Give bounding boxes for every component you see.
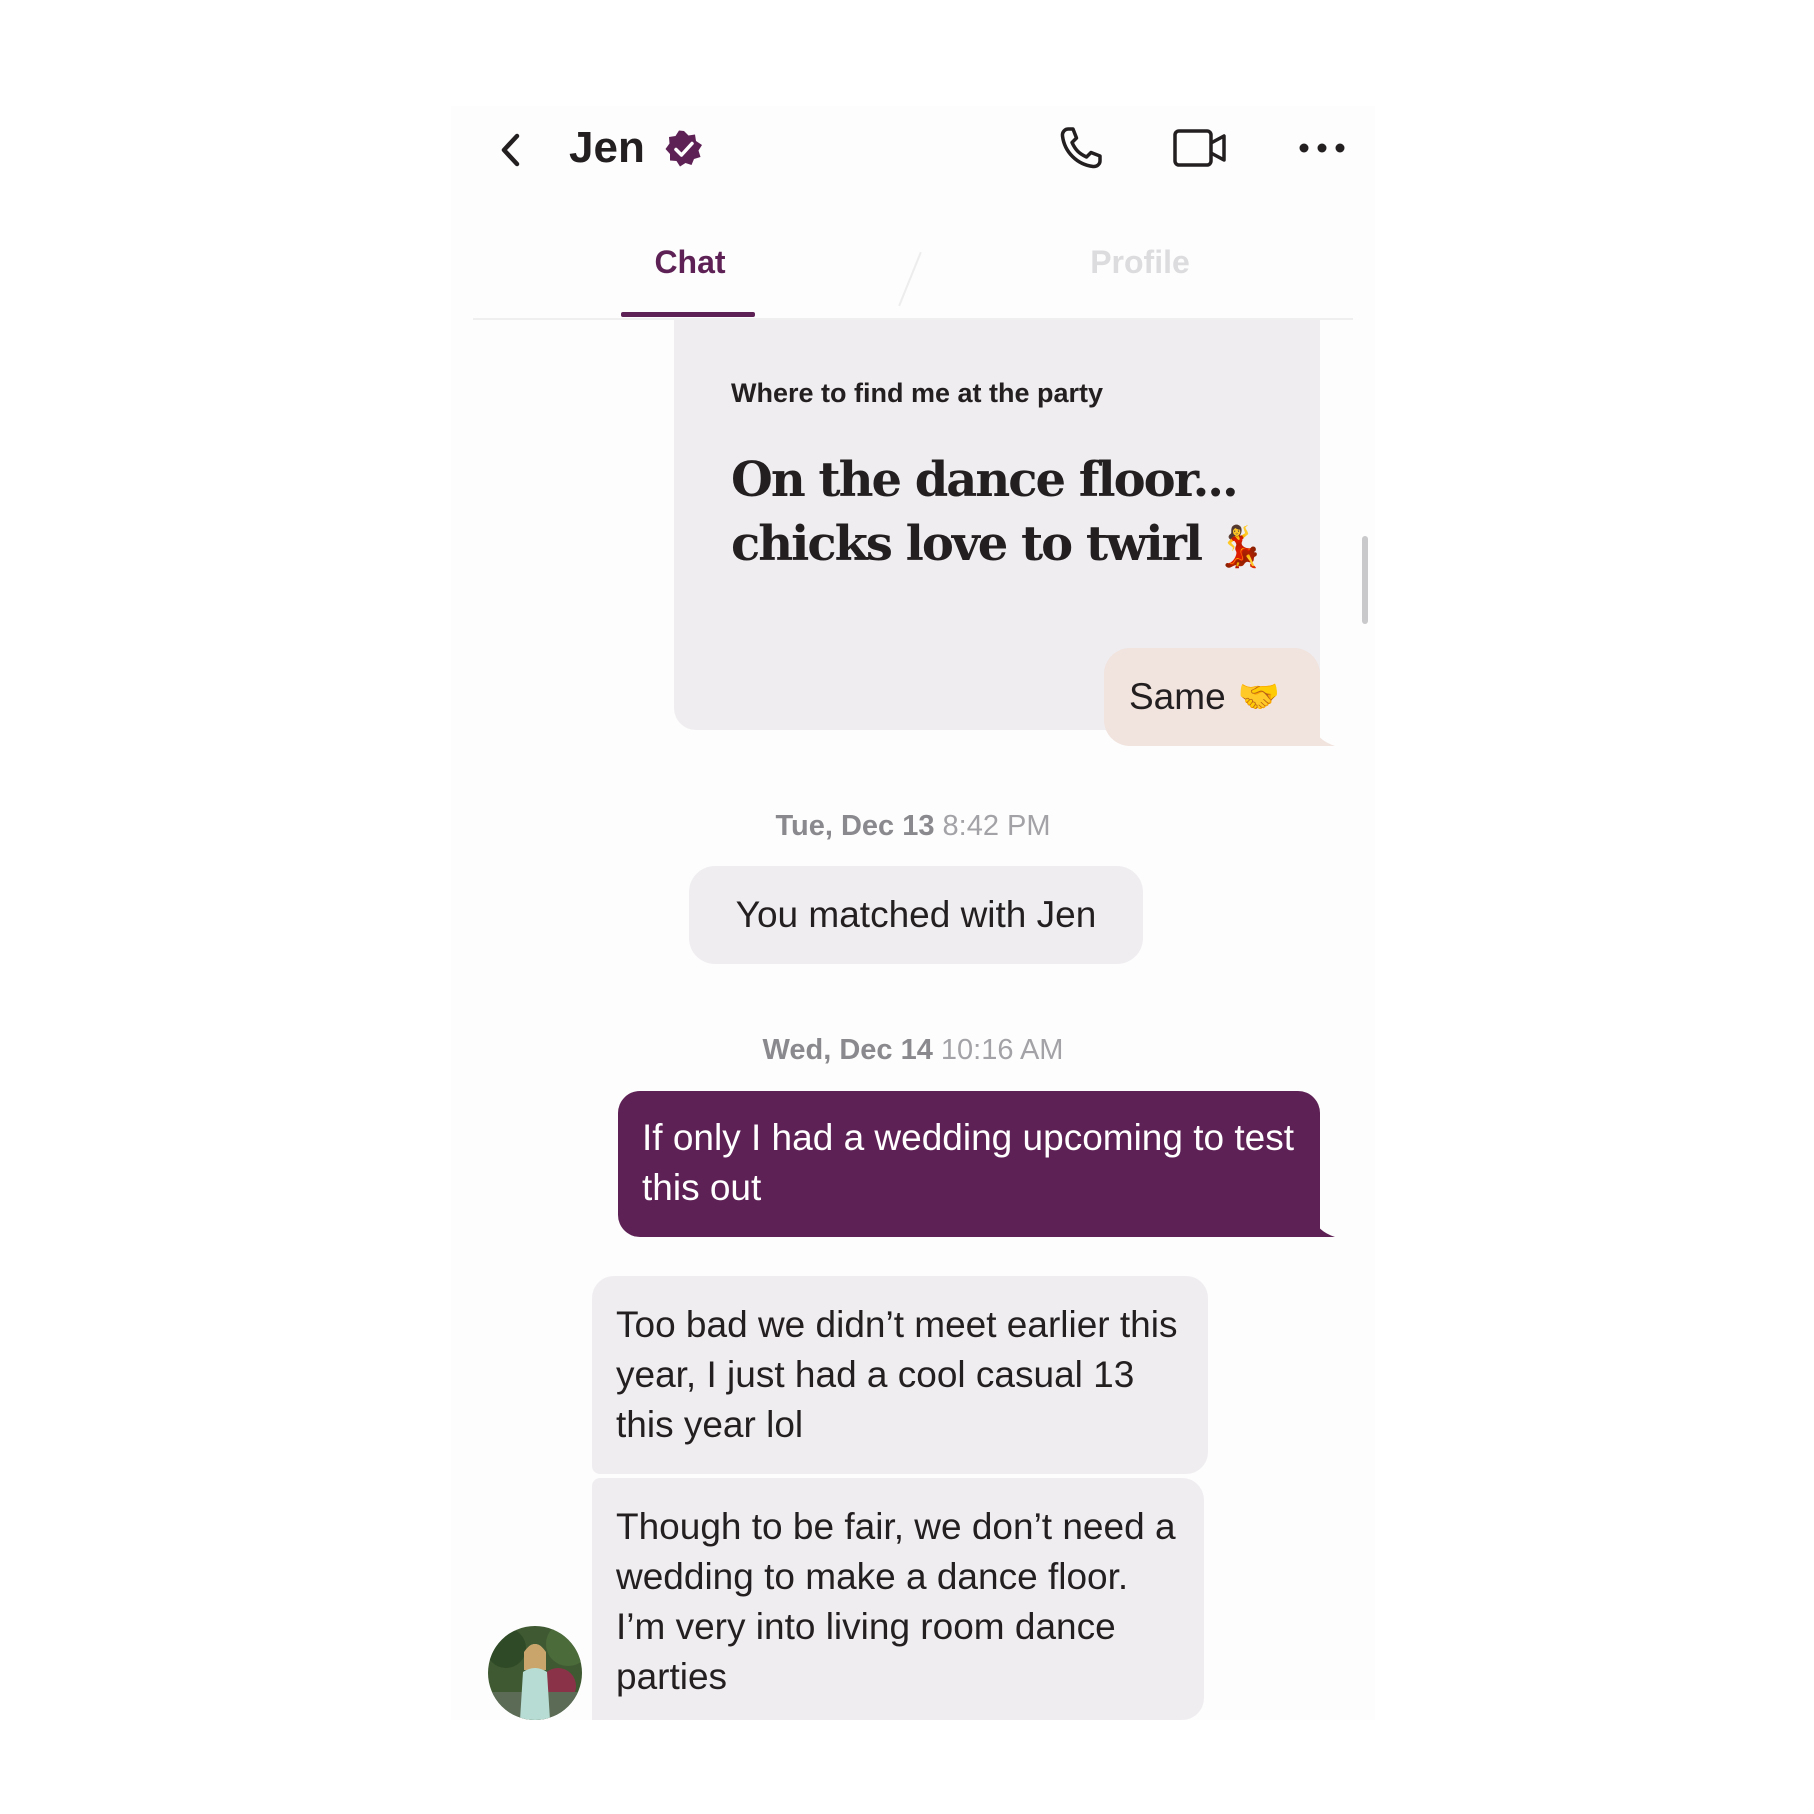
avatar-photo [488,1626,582,1720]
scrollbar[interactable] [1362,536,1368,624]
verified-badge-icon [665,130,702,167]
prompt-answer-line2: chicks love to twirl [731,516,1203,572]
video-camera-icon [1173,129,1226,167]
prompt-reply-bubble[interactable]: Same 🤝 [1104,648,1320,746]
incoming-message[interactable]: Though to be fair, we don’t need a weddi… [592,1478,1204,1720]
prompt-reply-text: Same [1129,676,1226,717]
video-call-button[interactable] [1169,118,1231,178]
tab-profile[interactable]: Profile [1073,234,1207,290]
prompt-answer-line1: On the dance floor... [731,452,1239,508]
avatar[interactable] [488,1626,582,1720]
timestamp-day: Wed, Dec 14 [762,1034,933,1066]
tab-chat[interactable]: Chat [623,234,757,290]
phone-icon [1060,127,1102,169]
call-button[interactable] [1051,118,1111,178]
timestamp: Tue, Dec 13 8:42 PM [451,806,1375,846]
timestamp-day: Tue, Dec 13 [775,810,935,842]
timestamp-time: 10:16 AM [940,1034,1064,1066]
tab-separator [898,251,922,307]
back-button[interactable] [487,126,535,174]
contact-name[interactable]: Jen [569,118,645,178]
more-options-button[interactable] [1291,118,1353,178]
prompt-question: Where to find me at the party [731,378,1104,408]
dancer-emoji: 💃 [1215,524,1266,570]
timestamp-time: 8:42 PM [942,810,1051,842]
incoming-message[interactable]: Too bad we didn’t meet earlier this year… [592,1276,1208,1474]
more-horizontal-icon [1299,143,1345,153]
active-tab-indicator [621,312,755,317]
timestamp: Wed, Dec 14 10:16 AM [451,1030,1375,1070]
chat-screen: Jen Chat Profile Where to find me at the… [451,106,1375,1720]
outgoing-bubble-tail [1313,1217,1335,1237]
chevron-left-icon [501,133,520,167]
reply-bubble-tail [1313,726,1335,746]
handshake-emoji: 🤝 [1237,677,1280,717]
outgoing-message[interactable]: If only I had a wedding upcoming to test… [618,1091,1320,1237]
prompt-answer: On the dance floor... chicks love to twi… [731,448,1291,579]
match-notice: You matched with Jen [689,866,1143,964]
